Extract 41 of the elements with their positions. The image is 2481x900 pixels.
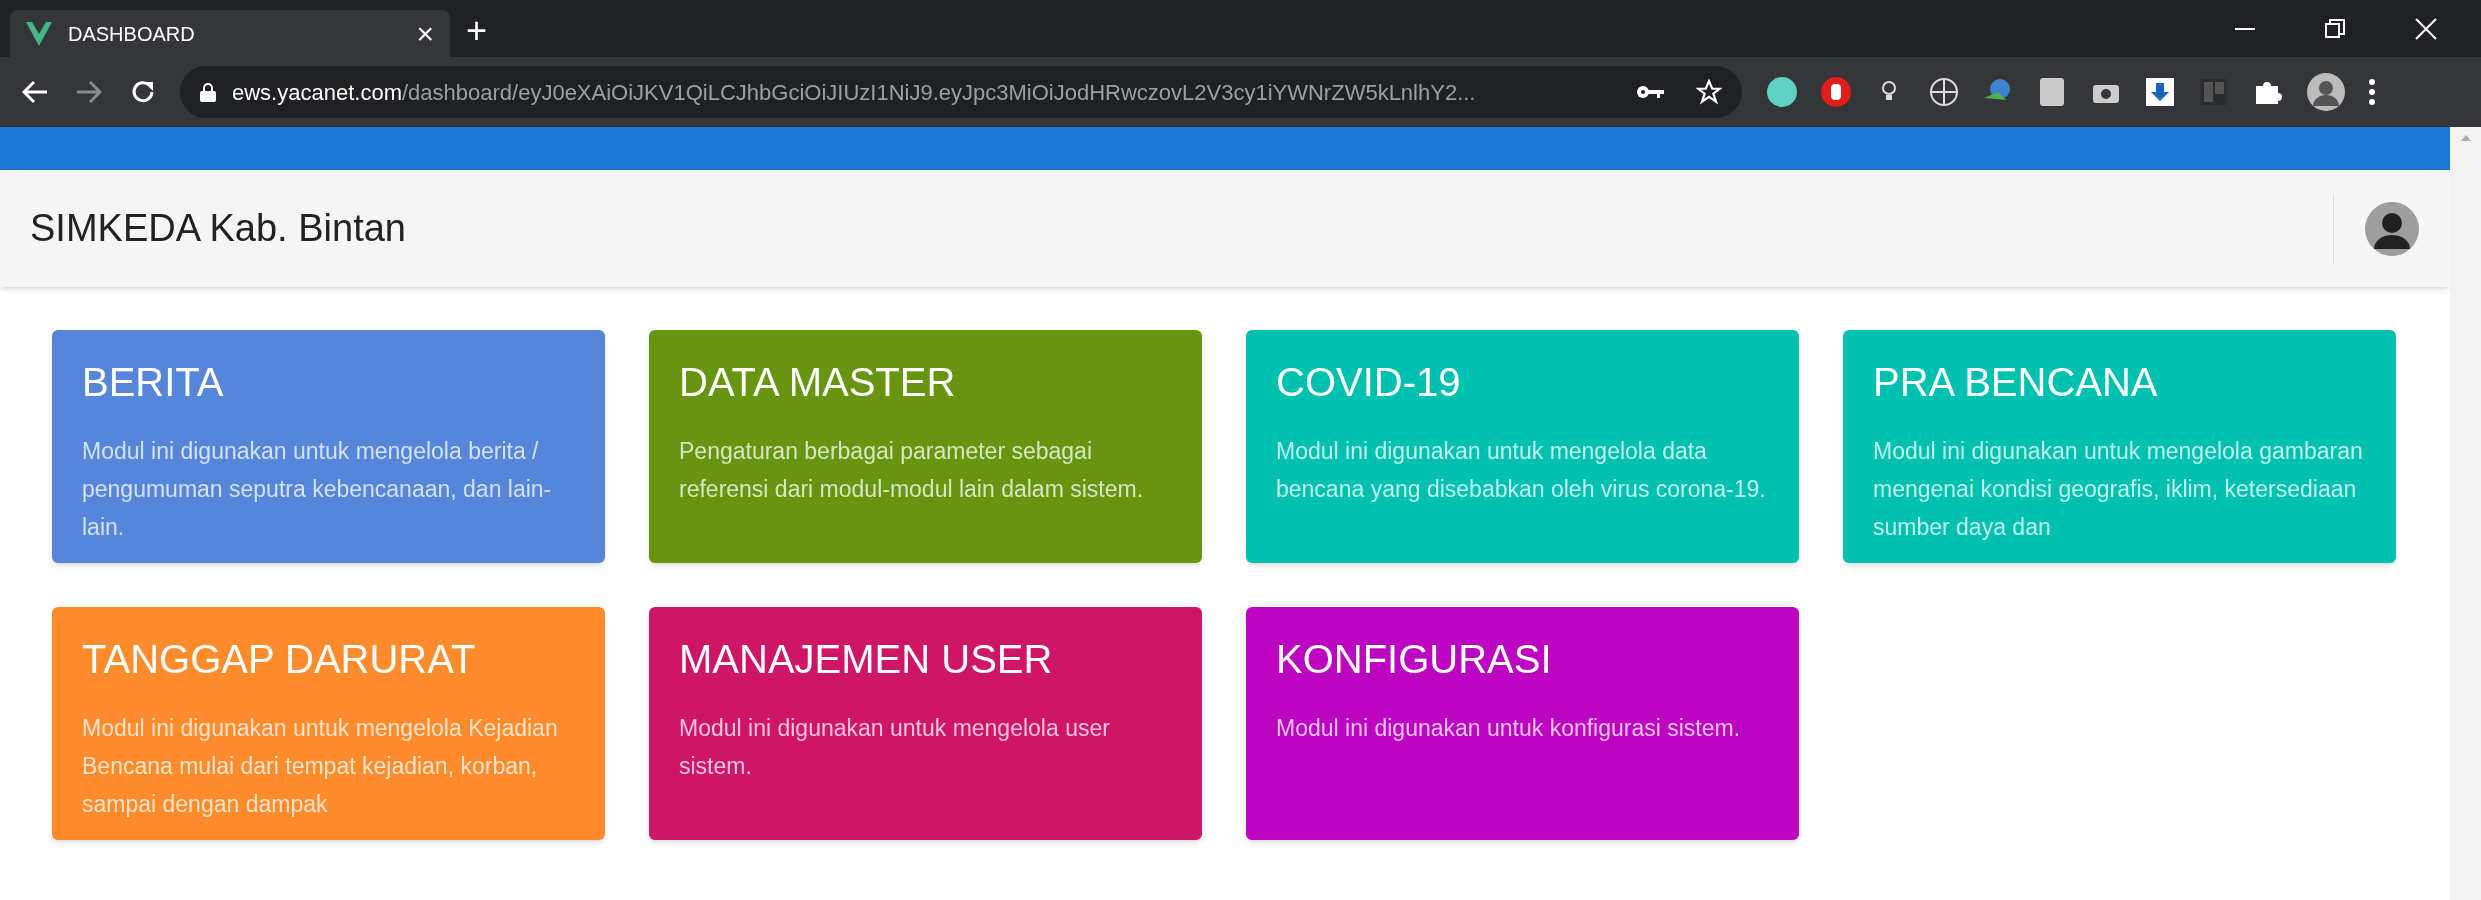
lock-icon xyxy=(200,82,216,102)
card-description: Modul ini digunakan untuk mengelola user sistem. xyxy=(679,714,1111,781)
close-tab-button[interactable]: × xyxy=(416,18,434,49)
card-title: TANGGAP DARURAT xyxy=(82,636,477,683)
card-description: Modul ini digunakan untuk mengelola berita / pengumuman seputra kebencanaan, dan lain-lain. xyxy=(82,437,553,542)
close-icon[interactable] xyxy=(2415,17,2437,40)
avatar-icon[interactable] xyxy=(2306,72,2346,112)
card-title: KONFIGURASI xyxy=(1276,636,1553,683)
card-title: COVID-19 xyxy=(1276,359,1462,406)
key-icon[interactable] xyxy=(1636,85,1664,99)
card-description: Modul ini digunakan untuk mengelola Kejadian Bencana mulai dari tempat kejadian, korban, sampai dengan dampak xyxy=(82,714,559,819)
reload-icon[interactable] xyxy=(130,79,156,105)
globe-icon[interactable] xyxy=(1928,76,1960,108)
card-description: Pengaturan berbagai parameter sebagai referensi dari modul-modul lain dalam sistem. xyxy=(679,437,1145,504)
new-tab-button[interactable]: + xyxy=(466,13,488,49)
module-card[interactable]: BERITA Modul ini digunakan untuk mengelola berita / pengumuman seputra kebencanaan, dan lain-lain. xyxy=(52,330,605,563)
star-icon[interactable] xyxy=(1696,79,1722,105)
card-title: BERITA xyxy=(82,359,225,406)
module-card[interactable]: DATA MASTER Pengaturan berbagai parameter sebagai referensi dari modul-modul lain dalam sistem. xyxy=(649,330,1202,563)
card-description: Modul ini digunakan untuk konfigurasi sistem. xyxy=(1276,714,1742,743)
card-description: Modul ini digunakan untuk mengelola data bencana yang disebabkan oleh virus corona-19. xyxy=(1276,437,1767,504)
user-avatar-icon[interactable] xyxy=(2364,200,2420,257)
forward-icon[interactable] xyxy=(76,80,102,104)
app-title: SIMKEDA Kab. Bintan xyxy=(30,206,407,251)
back-icon[interactable] xyxy=(22,80,48,104)
address-bar[interactable]: ews.yacanet.com/dashboard/eyJ0eXAiOiJKV1QiLCJhbGciOiJIUzI1NiJ9.eyJpc3MiOiJodHRwczovL2V3cy1iYWNrZW5kLnlhY2... xyxy=(180,66,1742,118)
v-logo-icon xyxy=(26,21,52,46)
download-icon[interactable] xyxy=(2144,76,2176,108)
card-title: MANAJEMEN USER xyxy=(679,636,1054,683)
card-description: Modul ini digunakan untuk mengelola gambaran mengenai kondisi geografis, iklim, ketersediaan sumber daya dan xyxy=(1873,437,2364,542)
card-title: PRA BENCANA xyxy=(1873,359,2159,406)
minimize-icon[interactable] xyxy=(2235,27,2255,30)
browser-tab[interactable]: DASHBOARD × xyxy=(10,10,450,57)
tab-title: DASHBOARD xyxy=(68,21,196,47)
restore-icon[interactable] xyxy=(2325,18,2345,39)
menu-icon[interactable] xyxy=(2368,78,2376,106)
card-title: DATA MASTER xyxy=(679,359,957,406)
module-card[interactable]: MANAJEMEN USER Modul ini digunakan untuk mengelola user sistem. xyxy=(649,607,1202,840)
module-card[interactable]: KONFIGURASI Modul ini digunakan untuk konfigurasi sistem. xyxy=(1246,607,1799,840)
url-text: ews.yacanet.com/dashboard/eyJ0eXAiOiJKV1QiLCJhbGciOiJIUzI1NiJ9.eyJpc3MiOiJodHRwczovL2V3cy1iYWNrZW5kLnlhY2... xyxy=(232,78,1477,107)
extension-icon[interactable] xyxy=(1766,76,1798,108)
